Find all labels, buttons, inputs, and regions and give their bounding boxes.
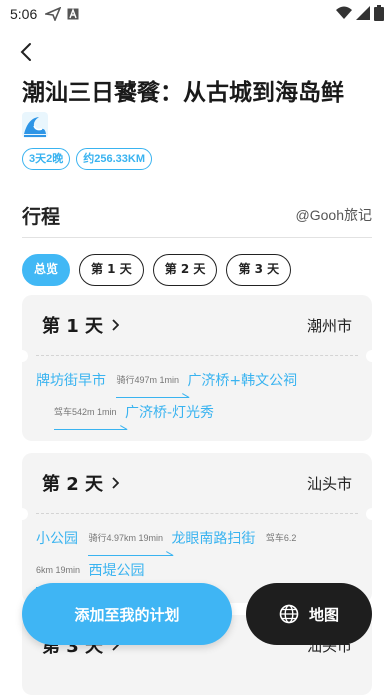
stop[interactable]: 西堤公园 (88, 563, 144, 579)
tab-overview[interactable]: 总览 (22, 254, 70, 286)
day-2-label: 第 2 天 (42, 474, 104, 495)
day-1-city: 潮州市 (306, 316, 352, 335)
back-button[interactable] (14, 38, 38, 66)
stop[interactable]: 广济桥+韩文公祠 (187, 373, 297, 389)
signal-icon (356, 6, 370, 20)
tab-day-3[interactable]: 第 3 天 (226, 254, 292, 286)
section-title: 行程 (22, 205, 61, 228)
transport-leg: 驾车542m 1min (54, 398, 127, 430)
chevron-right-icon (112, 319, 120, 331)
map-button[interactable]: 地图 (246, 583, 372, 645)
status-time: 5:06 (10, 6, 38, 22)
chevron-right-icon (112, 477, 120, 489)
day-1-route: 牌坊街早市 骑行497m 1min 广济桥+韩文公祠 驾车542m 1min 广… (22, 356, 372, 430)
day-2-header[interactable]: 第 2 天 汕头市 (22, 453, 372, 513)
app-a-icon (67, 8, 79, 20)
water-wave-icon (22, 112, 48, 138)
tab-day-1[interactable]: 第 1 天 (79, 254, 144, 286)
author-label[interactable]: @Gooh旅记 (296, 205, 372, 225)
chevron-left-icon (20, 43, 31, 61)
tab-day-2[interactable]: 第 2 天 (152, 254, 218, 286)
day-card-2: 第 2 天 汕头市 小公园 骑行4.97km 19min 龙眼南路扫街 驾车6.… (16, 453, 378, 603)
page-title: 潮汕三日饕餮：从古城到海岛鲜 (22, 80, 344, 106)
transport-leg: 驾车6.2 (265, 533, 297, 543)
stop[interactable]: 小公园 (36, 531, 78, 547)
itinerary-header: 行程 @Gooh旅记 (22, 202, 372, 228)
day-card-1: 第 1 天 潮州市 牌坊街早市 骑行497m 1min 广济桥+韩文公祠 驾车5… (16, 295, 378, 441)
transport-leg: 骑行4.97km 19min (88, 524, 173, 556)
trip-meta-chips: 3天2晚 约256.33KM (22, 148, 153, 170)
distance-chip: 约256.33KM (76, 148, 153, 170)
navigation-arrow-icon (45, 7, 62, 21)
battery-icon (374, 5, 384, 21)
transport-leg: 骑行497m 1min (116, 366, 189, 398)
map-button-label: 地图 (308, 605, 339, 624)
duration-chip: 3天2晚 (22, 148, 71, 170)
stop[interactable]: 龙眼南路扫街 (171, 531, 255, 547)
stop[interactable]: 广济桥-灯光秀 (125, 405, 214, 421)
day-tabs: 总览 第 1 天 第 2 天 第 3 天 (22, 254, 292, 286)
day-2-route: 小公园 骑行4.97km 19min 龙眼南路扫街 驾车6.2 6km 19mi… (22, 514, 372, 588)
add-to-plan-button[interactable]: 添加至我的计划 (22, 583, 232, 645)
divider (22, 237, 372, 238)
stop[interactable]: 牌坊街早市 (36, 373, 106, 389)
day-1-header[interactable]: 第 1 天 潮州市 (22, 295, 372, 355)
wifi-icon (336, 6, 352, 19)
day-2-city: 汕头市 (306, 474, 352, 493)
day-1-label: 第 1 天 (42, 316, 104, 337)
globe-icon (279, 604, 299, 624)
status-bar: 5:06 (0, 0, 392, 28)
